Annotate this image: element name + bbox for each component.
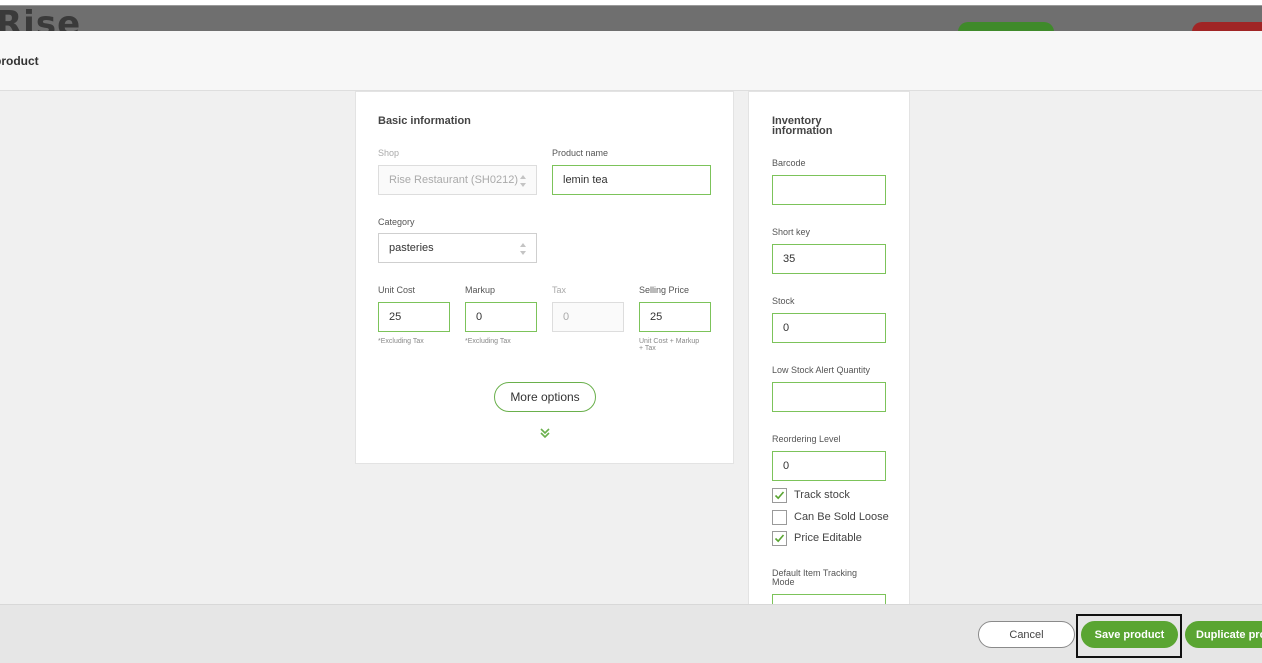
barcode-input[interactable] [772,175,886,205]
selling-price-value: 25 [650,311,663,323]
selling-price-input[interactable]: 25 [639,302,711,332]
tracking-mode-select[interactable] [772,594,886,604]
tracking-mode-label-line2: Mode [772,577,795,587]
modal-body: Basic information Shop Rise Restaurant (… [0,91,1262,604]
selling-price-label: Selling Price [639,285,690,295]
shop-value: Rise Restaurant (SH0212) [389,174,519,186]
unit-cost-label: Unit Cost [378,285,416,295]
checkbox-unchecked[interactable] [772,509,787,525]
reordering-level-label: Reordering Level [772,434,841,444]
stock-value: 0 [783,322,790,334]
modal-footer: Cancel Save product Duplicate pro [0,604,1262,663]
modal-header: product [0,31,1262,91]
category-select[interactable]: pasteries [378,233,537,263]
save-product-button[interactable]: Save product [1081,621,1178,648]
product-name-input[interactable]: lemin tea [552,165,711,195]
low-stock-input[interactable] [772,382,886,412]
markup-hint: *Excluding Tax [465,338,511,345]
unit-cost-hint: *Excluding Tax [378,338,424,345]
cancel-button[interactable]: Cancel [978,621,1075,648]
low-stock-label: Low Stock Alert Quantity [772,365,871,375]
checkbox-checked[interactable] [772,530,787,546]
duplicate-product-button[interactable]: Duplicate pro [1185,621,1262,648]
basic-information-card: Basic information Shop Rise Restaurant (… [355,91,734,464]
tax-input: 0 [552,302,624,332]
track-stock-label: Track stock [794,489,850,501]
category-value: pasteries [389,242,434,254]
price-editable-checkbox[interactable]: Price Editable [772,530,862,546]
price-editable-label: Price Editable [794,532,862,544]
background-red-button [1192,22,1262,31]
short-key-label: Short key [772,227,811,237]
checkbox-checked[interactable] [772,487,787,503]
selling-price-hint-2: + Tax [639,345,656,352]
select-arrows-icon [520,175,526,187]
shop-label: Shop [378,148,400,158]
inventory-title-line2: information [772,125,833,137]
chevron-double-down-icon[interactable] [538,426,552,440]
modal-title: product [0,54,39,68]
unit-cost-input[interactable]: 25 [378,302,450,332]
checkmark-icon [774,533,785,542]
browser-top-edge [0,0,1262,6]
markup-input[interactable]: 0 [465,302,537,332]
can-be-sold-loose-label: Can Be Sold Loose [794,511,889,523]
selling-price-hint-1: Unit Cost + Markup [639,338,700,345]
select-arrows-icon [520,243,526,255]
markup-value: 0 [476,311,483,323]
tax-value: 0 [563,311,570,323]
track-stock-checkbox[interactable]: Track stock [772,487,850,503]
stock-input[interactable]: 0 [772,313,886,343]
reordering-level-input[interactable]: 0 [772,451,886,481]
background-logo: Rise [0,4,82,31]
more-options-button[interactable]: More options [494,382,596,412]
inventory-information-card: Inventory information Barcode Short key … [748,91,910,604]
tax-label: Tax [552,285,567,295]
category-label: Category [378,217,415,227]
stock-label: Stock [772,296,795,306]
background-app: Rise [0,0,1262,31]
basic-information-title: Basic information [378,115,471,127]
product-name-value: lemin tea [563,174,608,186]
short-key-value: 35 [783,253,796,265]
short-key-input[interactable]: 35 [772,244,886,274]
barcode-label: Barcode [772,158,806,168]
product-name-label: Product name [552,148,609,158]
reordering-level-value: 0 [783,460,790,472]
checkmark-icon [774,490,785,499]
shop-select: Rise Restaurant (SH0212) [378,165,537,195]
background-green-button [958,22,1054,31]
markup-label: Markup [465,285,496,295]
can-be-sold-loose-checkbox[interactable]: Can Be Sold Loose [772,509,889,525]
unit-cost-value: 25 [389,311,402,323]
